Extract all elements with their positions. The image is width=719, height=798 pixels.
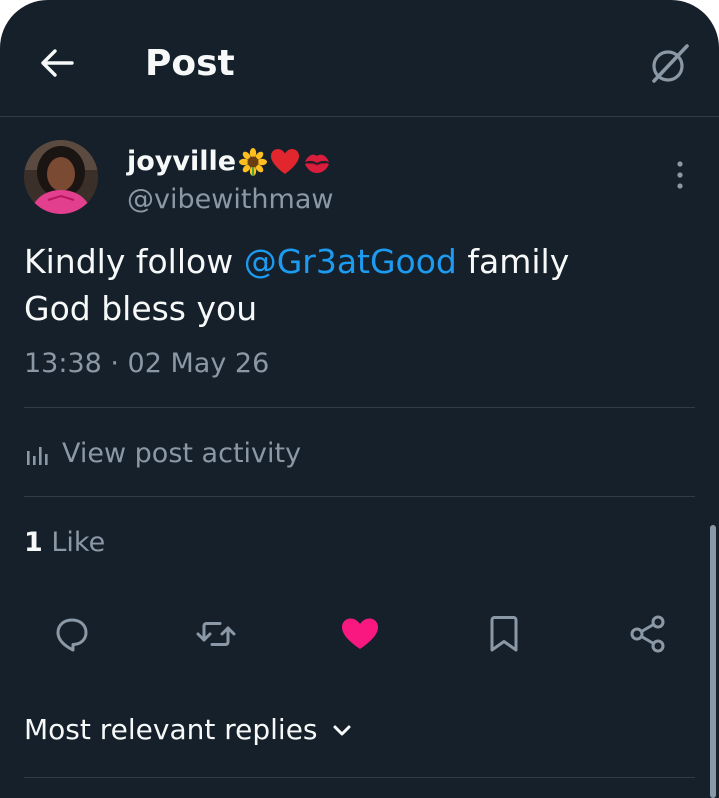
bookmark-icon [490,616,518,652]
reply-sort-label: Most relevant replies [24,713,318,746]
likes-summary[interactable]: 1 Like [24,522,105,564]
repost-button[interactable] [192,610,240,658]
more-options-button[interactable] [664,157,696,193]
reply-button[interactable] [48,610,96,658]
page-title: Post [145,43,235,84]
post-screen: Post joyville @vibewithmaw Kindly follow… [0,0,719,798]
reply-sort-dropdown[interactable]: Most relevant replies [24,708,354,752]
chevron-down-icon [333,725,351,736]
view-post-activity-button[interactable]: View post activity [24,432,301,476]
profile-photo [24,140,98,214]
share-button[interactable] [624,610,672,658]
likes-count: 1 [24,527,43,558]
divider [24,496,695,497]
grok-icon [652,44,689,83]
more-vertical-icon [677,161,683,189]
arrow-left-icon [41,49,74,77]
repost-icon [196,622,236,646]
top-bar: Post [0,0,719,117]
bar-chart-icon [27,447,48,465]
post-text-segment: family [456,242,570,281]
display-name-row[interactable]: joyville [127,144,332,180]
avatar[interactable] [24,140,98,214]
post-text-segment: Kindly follow [24,242,244,281]
like-button[interactable] [336,610,384,658]
view-post-activity-label: View post activity [62,438,302,469]
kiss-mark-emoji-icon [305,154,330,173]
post-text-line-2: God bless you [24,289,258,328]
post-text-line-1: Kindly follow @Gr3atGood family [24,238,694,285]
post-timestamp[interactable]: 13:38 · 02 May 26 [24,344,269,384]
mention-link[interactable]: @Gr3atGood [244,242,457,281]
divider [24,777,695,778]
share-icon [630,615,665,653]
red-heart-emoji-icon [271,149,300,174]
back-button[interactable] [36,42,78,84]
likes-label: Like [51,527,106,558]
scrollbar[interactable] [710,525,716,798]
sunflower-emoji-icon [239,148,268,176]
heart-icon [342,618,378,649]
reply-icon [56,618,88,652]
grok-button[interactable] [646,40,694,88]
post-text: Kindly follow @Gr3atGood family God bles… [24,238,694,332]
bookmark-button[interactable] [480,610,528,658]
display-name[interactable]: joyville [127,144,236,180]
divider [24,407,695,408]
user-handle[interactable]: @vibewithmaw [127,183,333,217]
